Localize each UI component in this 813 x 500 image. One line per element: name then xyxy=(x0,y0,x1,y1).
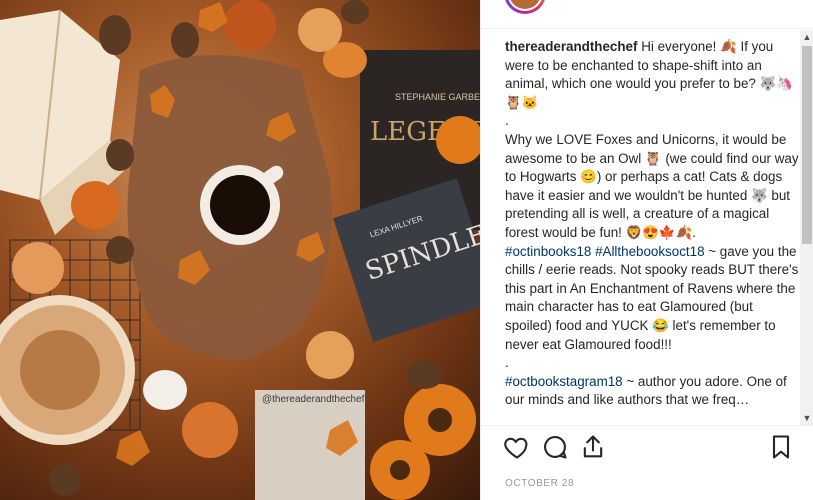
post-side-panel: thereaderandthechef Hi everyone! 🍂 If yo… xyxy=(480,0,813,500)
white-pumpkin xyxy=(143,370,187,410)
apple xyxy=(182,402,238,458)
hashtag-octbookstagram[interactable]: #octbookstagram18 xyxy=(505,374,623,389)
comment-icon[interactable] xyxy=(541,433,571,463)
flatlay-illustration: LEGENDARY STEPHANIE GARBER SPINDLE FIRE … xyxy=(0,0,480,500)
orange-fruit xyxy=(71,181,119,229)
caption-line-4: ~ gave you the chills / eerie reads. Not… xyxy=(505,243,799,352)
instagram-post: LEGENDARY STEPHANIE GARBER SPINDLE FIRE … xyxy=(0,0,813,500)
peach-fruit xyxy=(12,242,64,294)
scrollbar-thumb[interactable] xyxy=(802,46,812,244)
candle-2 xyxy=(306,331,354,379)
scroll-up-arrow-icon[interactable]: ▲ xyxy=(800,30,813,44)
post-date[interactable]: OCTOBER 28 xyxy=(505,478,574,489)
hashtags-octinbooks[interactable]: #octinbooks18 #Allthebooksoct18 xyxy=(505,244,705,259)
action-bar xyxy=(501,433,801,463)
watermark-text: @thereaderandthechef xyxy=(262,394,365,405)
heart-icon[interactable] xyxy=(503,433,533,463)
share-icon[interactable] xyxy=(579,433,609,463)
avatar[interactable] xyxy=(504,0,546,14)
caption-area: thereaderandthechef Hi everyone! 🍂 If yo… xyxy=(505,38,801,423)
caption-line-2: . xyxy=(505,113,509,129)
actions-divider xyxy=(481,425,813,426)
rose xyxy=(224,0,276,51)
caption-username[interactable]: thereaderandthechef xyxy=(505,39,637,54)
bookmark-icon[interactable] xyxy=(767,433,797,463)
header-divider xyxy=(481,28,813,29)
post-photo[interactable]: LEGENDARY STEPHANIE GARBER SPINDLE FIRE … xyxy=(0,0,480,500)
caption-line-5: . xyxy=(505,355,509,371)
scroll-down-arrow-icon[interactable]: ▼ xyxy=(800,411,813,425)
book-1-author: STEPHANIE GARBER xyxy=(395,92,480,102)
caption-line-3: Why we LOVE Foxes and Unicorns, it would… xyxy=(505,131,799,240)
candle xyxy=(298,8,342,52)
book-spindle-fire: SPINDLE FIRE LEXA HILLYER xyxy=(333,178,480,342)
caption-scrollbar[interactable]: ▲ ▼ xyxy=(800,30,813,425)
